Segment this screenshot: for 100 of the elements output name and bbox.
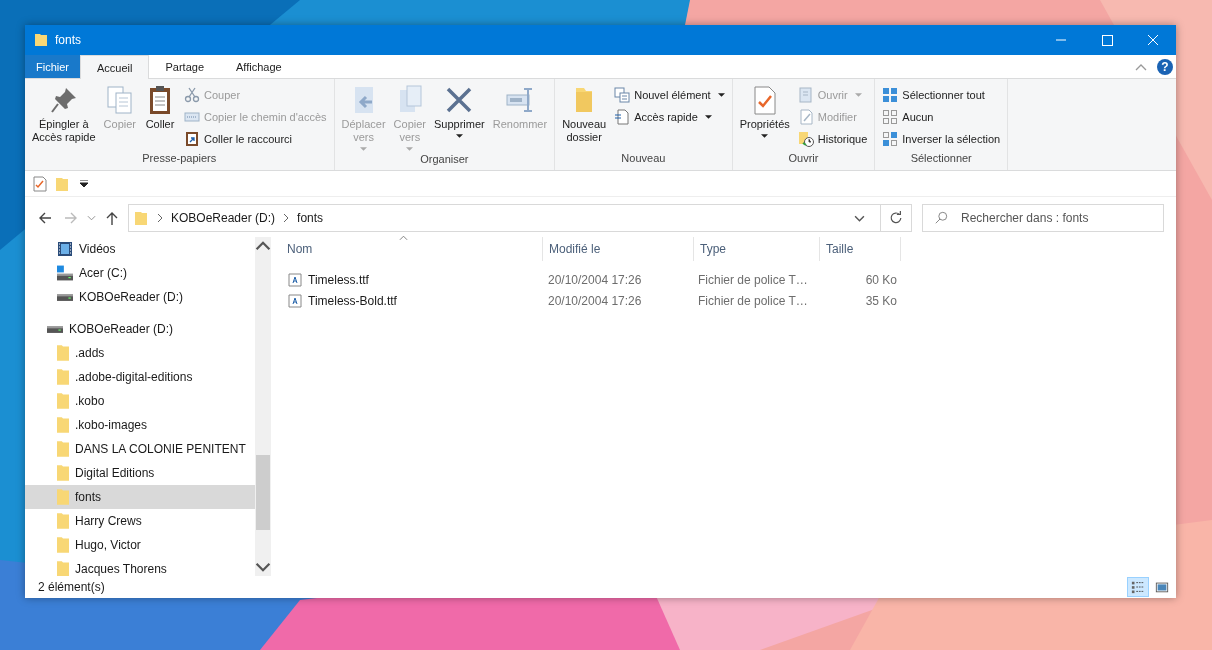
window-title: fonts [55, 33, 81, 47]
ribbon-button[interactable]: Nouvel élément [611, 84, 728, 106]
caret-icon [455, 134, 463, 138]
ribbon-tab[interactable]: Accueil [80, 55, 150, 79]
tree-item[interactable]: .adds [25, 341, 255, 365]
scissors-icon [184, 87, 200, 103]
tree-item[interactable]: .kobo-images [25, 413, 255, 437]
collapse-icon[interactable] [1135, 62, 1147, 71]
address-bar[interactable]: KOBOeReader (D:) fonts [128, 204, 912, 232]
tree-item[interactable]: Harry Crews [25, 509, 255, 533]
chevron-down-icon[interactable] [854, 214, 865, 222]
breadcrumb[interactable]: fonts [297, 211, 324, 225]
empty-grid-icon [882, 109, 899, 125]
ribbon-tab[interactable]: Partage [149, 55, 220, 78]
drive-icon [57, 293, 73, 301]
grid-icon [882, 87, 899, 103]
tree-item[interactable]: KOBOeReader (D:) [25, 317, 255, 341]
tree-item[interactable]: fonts [25, 485, 255, 509]
ribbon-tab[interactable]: Affichage [220, 55, 298, 78]
help-button[interactable]: ? [1157, 58, 1173, 75]
folder-icon [57, 465, 69, 481]
drive-icon [57, 265, 73, 281]
tree-item[interactable]: Jacques Thorens [25, 557, 255, 576]
sort-up-icon [399, 235, 408, 241]
table-cell-text: 60 Ko [864, 271, 898, 289]
ribbon-button[interactable]: Sélectionner tout [879, 84, 1004, 106]
chevron-up-icon[interactable] [255, 241, 271, 251]
open-icon [797, 87, 814, 103]
folder-icon [57, 345, 69, 361]
caret-icon [717, 93, 725, 97]
column-header[interactable]: Nom [281, 237, 543, 261]
ribbon-tab[interactable]: Fichier [25, 55, 80, 78]
new-item-icon [614, 87, 631, 103]
group-label: Nouveau [620, 152, 667, 166]
tree-item[interactable]: KOBOeReader (D:) [25, 285, 255, 309]
scrollbar-thumb[interactable] [256, 455, 270, 530]
tree-item[interactable]: Acer (C:) [25, 261, 255, 285]
ribbon-button[interactable]: Coller le raccourci [181, 128, 330, 150]
tree-item[interactable]: Hugo, Victor [25, 533, 255, 557]
folder-icon [57, 489, 69, 505]
table-cell[interactable]: Timeless.ttf [281, 269, 542, 290]
chevron-right-icon [283, 213, 290, 223]
search-icon [934, 211, 948, 225]
caret-icon [761, 134, 769, 138]
table-cell-text: 35 Ko [864, 292, 898, 310]
ribbon-button[interactable]: Nouveau dossier [559, 82, 610, 152]
table-cell[interactable]: Timeless-Bold.ttf [281, 290, 542, 311]
ribbon-button[interactable]: Aucun [879, 106, 1004, 128]
folder-icon [57, 441, 69, 457]
path-icon [184, 109, 200, 125]
search-field[interactable]: Rechercher dans : fonts [922, 204, 1164, 232]
up-arrow-icon[interactable] [104, 210, 120, 226]
column-header[interactable]: Modifié le [543, 237, 694, 261]
folder-icon [57, 537, 69, 553]
folder-icon [57, 393, 69, 409]
table-cell-text: 20/10/2004 17:26 [547, 292, 643, 310]
folder-icon [57, 513, 69, 529]
chevron-right-icon [157, 213, 163, 223]
chevron-down-icon[interactable] [255, 562, 271, 572]
back-arrow-icon[interactable] [37, 210, 53, 226]
tree-item[interactable]: .kobo [25, 389, 255, 413]
font-file-icon [287, 271, 303, 288]
ribbon-button[interactable]: Historique [794, 128, 871, 150]
folder-icon [57, 561, 69, 576]
ribbon-button[interactable]: Coller [141, 82, 179, 152]
scrollbar[interactable] [255, 237, 271, 576]
ribbon-button[interactable]: Propriétés [736, 82, 793, 152]
column-header[interactable]: Taille [820, 237, 901, 261]
tree-item[interactable]: DANS LA COLONIE PENITENT [25, 437, 255, 461]
tree-item[interactable]: Digital Editions [25, 461, 255, 485]
ribbon-button[interactable]: Supprimer [431, 82, 488, 153]
folder-icon [33, 32, 49, 48]
caret-icon[interactable] [80, 180, 88, 187]
tree-item[interactable]: Vidéos [25, 237, 255, 261]
caret-icon [704, 115, 712, 119]
view-icon [1131, 580, 1145, 594]
properties-icon[interactable] [32, 175, 48, 192]
group-label: Organiser [419, 153, 470, 167]
folder-icon [57, 417, 69, 433]
refresh-icon [889, 211, 903, 225]
group-label: Ouvrir [787, 152, 820, 166]
breadcrumb[interactable]: KOBOeReader (D:) [171, 211, 276, 225]
table-cell-text: Fichier de police T… [697, 271, 809, 289]
table-cell-text: Fichier de police T… [697, 292, 809, 310]
caret-icon [360, 147, 368, 151]
drive-icon [47, 325, 63, 333]
tree-item[interactable]: .adobe-digital-editions [25, 365, 255, 389]
ribbon-button[interactable]: Épingler à Accès rapide [29, 82, 99, 152]
column-header[interactable]: Type [694, 237, 820, 261]
caret-icon [406, 147, 414, 151]
table-cell-text: 20/10/2004 17:26 [547, 271, 643, 289]
details-view-button[interactable] [1127, 577, 1149, 597]
folder-icon [133, 210, 149, 226]
folder-icon [57, 369, 69, 385]
group-label: Sélectionner [909, 152, 973, 166]
ribbon-button[interactable]: Accès rapide [611, 106, 728, 128]
view-icon [1155, 580, 1169, 594]
ribbon-button[interactable]: Inverser la sélection [879, 128, 1004, 150]
item-count: 2 élément(s) [38, 580, 105, 594]
caret-icon [854, 93, 862, 97]
